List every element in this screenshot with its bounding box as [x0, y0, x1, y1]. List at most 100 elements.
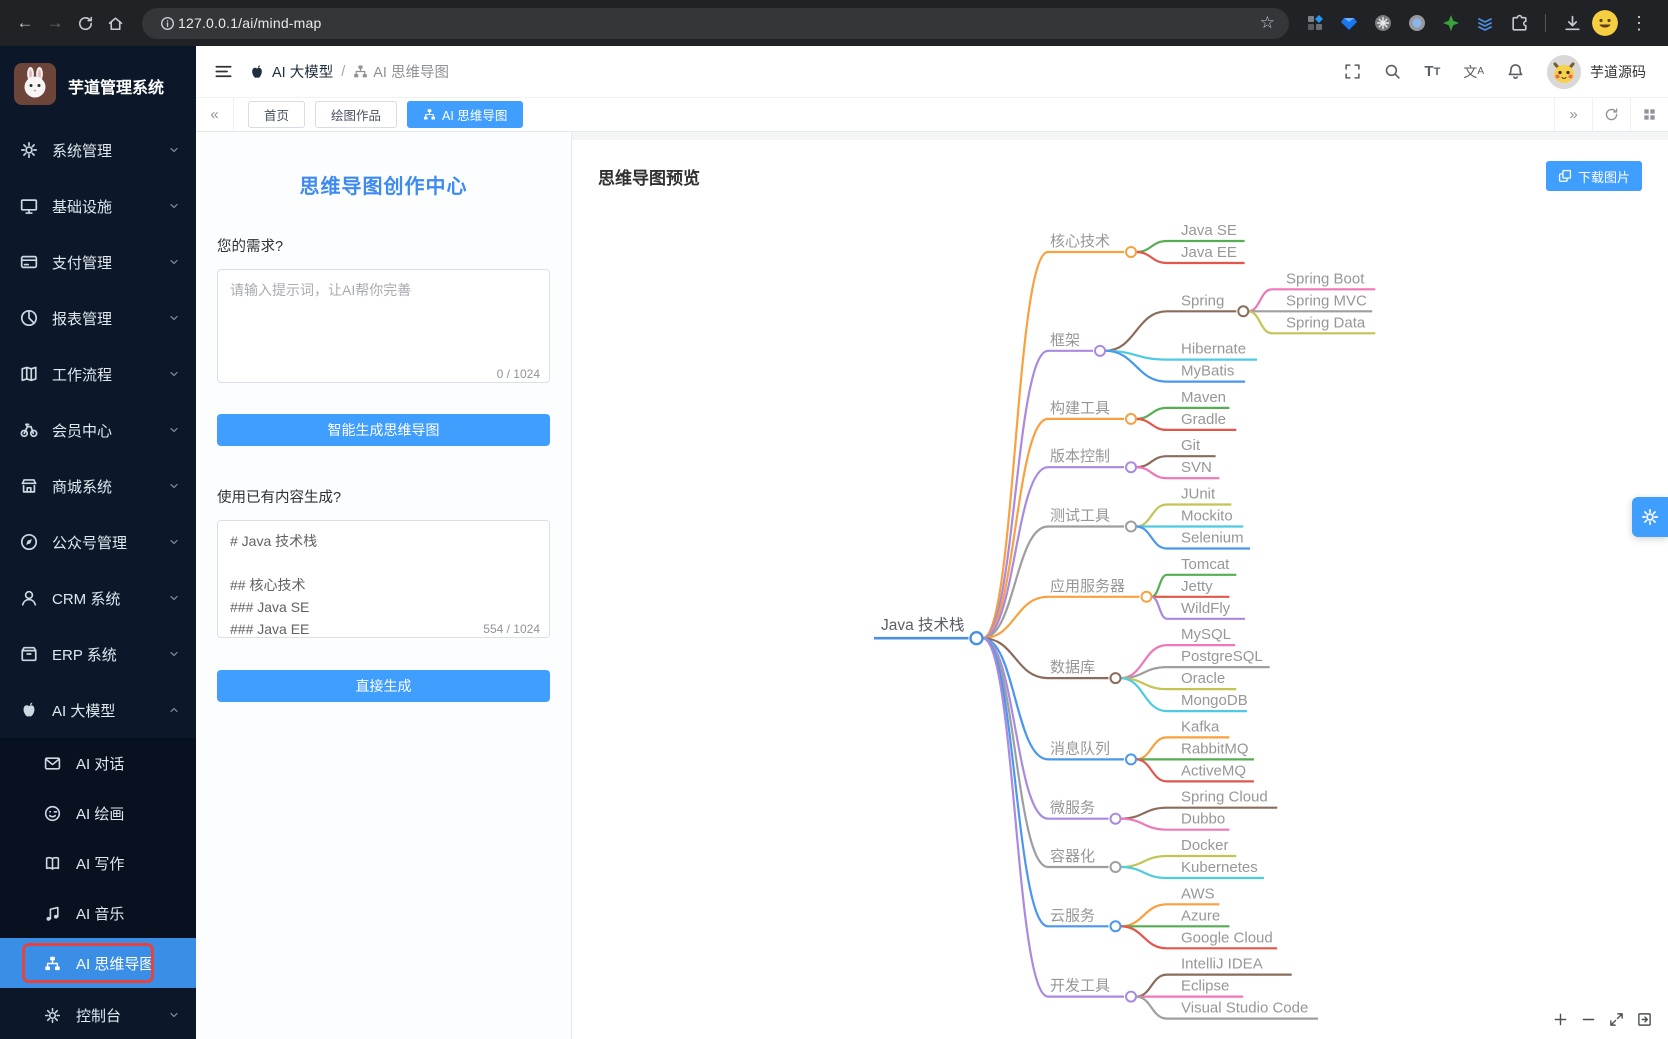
bookmark-star-icon[interactable]: ☆ [1260, 13, 1275, 33]
user-menu[interactable]: 芋道源码 [1547, 55, 1646, 89]
mindmap-node-Selenium[interactable]: Selenium [1181, 530, 1244, 547]
mindmap-expand-circle[interactable] [1111, 673, 1121, 683]
search-icon[interactable] [1384, 63, 1401, 80]
direct-generate-button[interactable]: 直接生成 [217, 670, 550, 702]
extension-grid-icon[interactable] [1301, 9, 1329, 37]
sidebar-item-ai[interactable]: AI 大模型 [0, 682, 196, 738]
app-logo-row[interactable]: 芋道管理系统 [0, 46, 196, 122]
mindmap-canvas[interactable]: Java 技术栈 核心技术 Java SE Java EE 框架 Spring Spring… [572, 140, 1668, 1039]
mindmap-node-Spring Boot[interactable]: Spring Boot [1286, 270, 1365, 287]
extension-star-icon[interactable] [1437, 9, 1465, 37]
mindmap-node-JUnit[interactable]: JUnit [1181, 486, 1216, 503]
sidebar-item-ai-music[interactable]: AI 音乐 [0, 888, 196, 938]
sidebar-item-member[interactable]: 会员中心 [0, 402, 196, 458]
mindmap-node-核心技术[interactable]: 核心技术 [1050, 233, 1110, 250]
mindmap-node-Docker[interactable]: Docker [1181, 837, 1229, 854]
downloads-icon[interactable] [1558, 9, 1586, 37]
mindmap-node-RabbitMQ[interactable]: RabbitMQ [1181, 740, 1249, 757]
mindmap-expand-circle[interactable] [1111, 862, 1121, 872]
mindmap-node-MyBatis[interactable]: MyBatis [1181, 363, 1234, 380]
tabs-refresh-icon[interactable] [1592, 98, 1630, 131]
mindmap-node-Kubernetes[interactable]: Kubernetes [1181, 859, 1258, 876]
sidebar-item-ai-mindmap[interactable]: AI 思维导图 [0, 938, 196, 988]
mindmap-node-Kafka[interactable]: Kafka [1181, 718, 1220, 735]
mindmap-node-Jetty[interactable]: Jetty [1181, 578, 1213, 595]
extension-circle-icon[interactable] [1403, 9, 1431, 37]
mindmap-node-框架[interactable]: 框架 [1050, 332, 1080, 349]
mindmap-expand-circle[interactable] [1126, 522, 1136, 532]
sidebar-item-mall[interactable]: 商城系统 [0, 458, 196, 514]
mindmap-expand-circle[interactable] [1126, 414, 1136, 424]
mindmap-node-Mockito[interactable]: Mockito [1181, 508, 1233, 525]
mindmap-node-Tomcat[interactable]: Tomcat [1181, 556, 1230, 573]
settings-flyout-button[interactable] [1632, 497, 1668, 537]
extension-gem-icon[interactable] [1335, 9, 1363, 37]
mindmap-node-应用服务器[interactable]: 应用服务器 [1050, 577, 1125, 595]
mindmap-node-Spring Data[interactable]: Spring Data [1286, 314, 1366, 331]
tab-active-2[interactable]: AI 思维导图 [407, 101, 523, 128]
breadcrumb-item-mindmap[interactable]: AI 思维导图 [353, 61, 449, 82]
mindmap-node-ActiveMQ[interactable]: ActiveMQ [1181, 762, 1246, 779]
mindmap-node-Java SE[interactable]: Java SE [1181, 222, 1237, 239]
zoom-in-icon[interactable] [1553, 1012, 1568, 1027]
sidebar-item-mp[interactable]: 公众号管理 [0, 514, 196, 570]
prompt-input[interactable] [217, 269, 550, 383]
mindmap-node-云服务[interactable]: 云服务 [1050, 907, 1095, 924]
mindmap-node-容器化[interactable]: 容器化 [1050, 848, 1095, 865]
tabs-layout-icon[interactable] [1630, 98, 1668, 131]
mindmap-node-Spring MVC[interactable]: Spring MVC [1286, 292, 1367, 309]
generate-mindmap-button[interactable]: 智能生成思维导图 [217, 414, 550, 446]
mindmap-node-WildFly[interactable]: WildFly [1181, 600, 1231, 617]
extension-layers-icon[interactable] [1471, 9, 1499, 37]
collapse-menu-icon[interactable] [214, 62, 233, 81]
sidebar-item-ai-chat[interactable]: AI 对话 [0, 738, 196, 788]
mindmap-root-circle[interactable] [971, 632, 983, 644]
mindmap-expand-circle[interactable] [1238, 306, 1248, 316]
browser-menu-kebab-icon[interactable]: ⋮ [1624, 8, 1654, 38]
sidebar-item-pay[interactable]: 支付管理 [0, 234, 196, 290]
mindmap-expand-circle[interactable] [1126, 247, 1136, 257]
mindmap-node-Google Cloud[interactable]: Google Cloud [1181, 929, 1273, 946]
mindmap-node-Visual Studio Code[interactable]: Visual Studio Code [1181, 1000, 1308, 1017]
mindmap-node-MongoDB[interactable]: MongoDB [1181, 692, 1248, 709]
browser-forward-icon[interactable]: → [40, 8, 70, 38]
sidebar-item-erp[interactable]: ERP 系统 [0, 626, 196, 682]
sidebar-item-workflow[interactable]: 工作流程 [0, 346, 196, 402]
site-info-icon[interactable] [156, 8, 178, 38]
mindmap-expand-circle[interactable] [1126, 754, 1136, 764]
mindmap-node-Oracle[interactable]: Oracle [1181, 670, 1225, 687]
mindmap-node-Hibernate[interactable]: Hibernate [1181, 341, 1246, 358]
mindmap-node-构建工具[interactable]: 构建工具 [1050, 400, 1110, 417]
mindmap-node-Maven[interactable]: Maven [1181, 389, 1226, 406]
tab-1[interactable]: 绘图作品 [315, 101, 397, 128]
breadcrumb-item-ai[interactable]: AI 大模型 [249, 61, 333, 82]
browser-home-icon[interactable] [100, 8, 130, 38]
mindmap-node-AWS[interactable]: AWS [1181, 885, 1215, 902]
mindmap-expand-circle[interactable] [1111, 814, 1121, 824]
browser-profile-avatar[interactable] [1592, 10, 1618, 36]
browser-back-icon[interactable]: ← [10, 8, 40, 38]
sidebar-item-infra[interactable]: 基础设施 [0, 178, 196, 234]
mindmap-node-PostgreSQL[interactable]: PostgreSQL [1181, 648, 1263, 665]
mindmap-expand-circle[interactable] [1142, 592, 1152, 602]
mindmap-node-开发工具[interactable]: 开发工具 [1050, 978, 1110, 995]
mindmap-node-Spring[interactable]: Spring [1181, 292, 1224, 309]
mindmap-expand-circle[interactable] [1095, 346, 1105, 356]
extension-snowflake-icon[interactable] [1369, 9, 1397, 37]
mindmap-node-Java EE[interactable]: Java EE [1181, 244, 1237, 261]
mindmap-node-消息队列[interactable]: 消息队列 [1050, 740, 1110, 757]
mindmap-node-MySQL[interactable]: MySQL [1181, 626, 1231, 643]
mindmap-expand-circle[interactable] [1111, 921, 1121, 931]
mindmap-node-微服务[interactable]: 微服务 [1050, 800, 1095, 817]
language-icon[interactable]: 文A [1463, 62, 1484, 82]
mindmap-node-测试工具[interactable]: 测试工具 [1050, 508, 1110, 525]
mindmap-expand-circle[interactable] [1126, 462, 1136, 472]
mindmap-node-数据库[interactable]: 数据库 [1050, 659, 1095, 676]
mindmap-node-Azure[interactable]: Azure [1181, 907, 1220, 924]
sidebar-item-system[interactable]: 系统管理 [0, 122, 196, 178]
mindmap-node-Gradle[interactable]: Gradle [1181, 411, 1226, 428]
tabs-scroll-right-icon[interactable]: » [1554, 98, 1592, 131]
sidebar-item-crm[interactable]: CRM 系统 [0, 570, 196, 626]
sidebar-item-console[interactable]: 控制台 [0, 988, 196, 1039]
mindmap-root-Java 技术栈[interactable]: Java 技术栈 [881, 616, 965, 634]
